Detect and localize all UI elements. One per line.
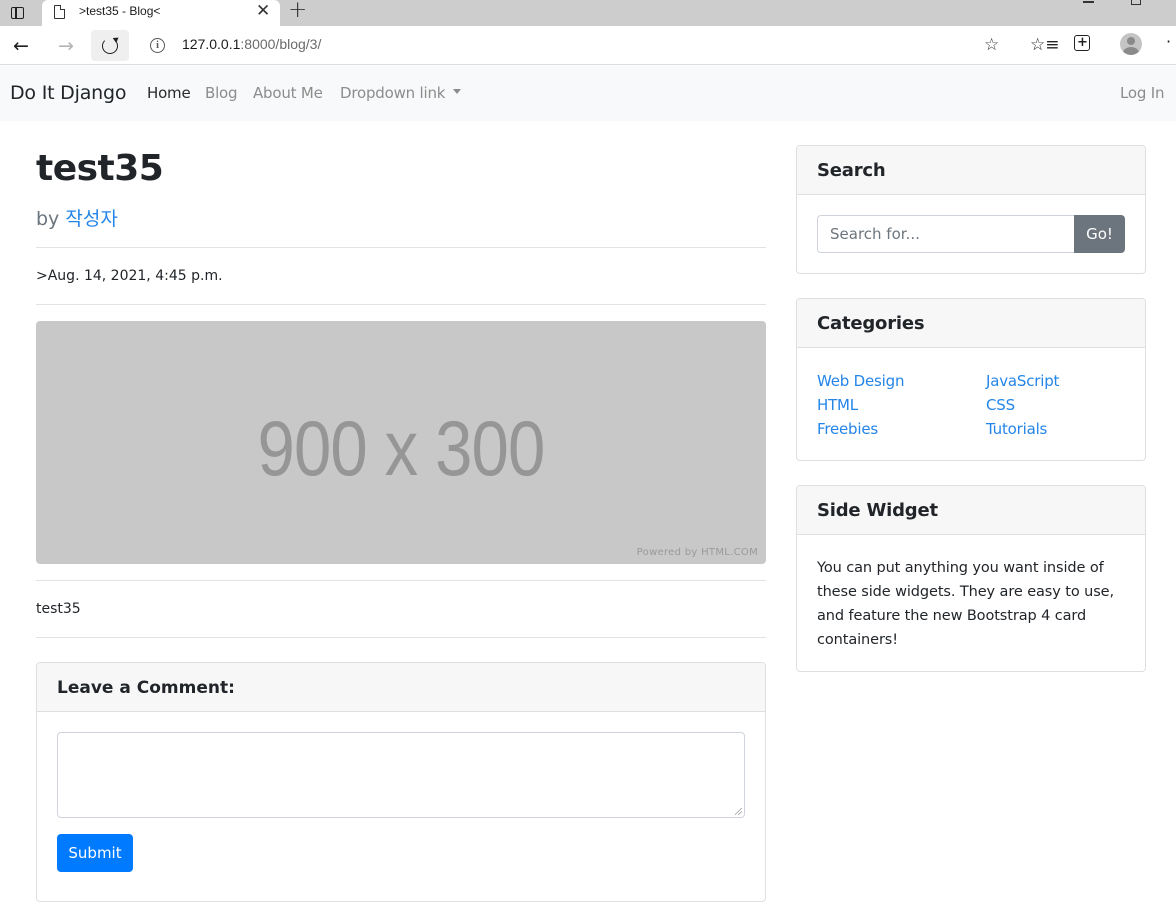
by-label: by <box>36 208 60 230</box>
comment-textarea[interactable] <box>57 732 745 818</box>
image-credit: Powered by HTML.COM <box>636 547 758 558</box>
address-bar: ← → i 127.0.0.1:8000/blog/3/ ☆ ☆≡ · <box>0 26 1176 65</box>
category-tutorials[interactable]: Tutorials <box>986 420 1047 438</box>
category-web-design[interactable]: Web Design <box>817 372 904 390</box>
category-freebies[interactable]: Freebies <box>817 420 878 438</box>
tab-actions-icon[interactable] <box>8 3 28 23</box>
back-arrow-icon[interactable]: ← <box>8 33 34 59</box>
nav-dropdown-label: Dropdown link <box>340 84 446 102</box>
page-icon <box>54 5 65 19</box>
image-placeholder-text: 900 x 300 <box>257 404 546 492</box>
search-heading: Search <box>797 146 1145 195</box>
category-html[interactable]: HTML <box>817 396 858 414</box>
divider <box>36 637 766 638</box>
caret-down-icon <box>453 89 462 94</box>
favorites-icon[interactable]: ☆≡ <box>1030 35 1059 55</box>
forward-arrow-icon[interactable]: → <box>53 33 79 59</box>
info-icon[interactable]: i <box>150 38 165 53</box>
side-widget-text: You can put anything you want inside of … <box>817 560 1114 648</box>
side-widget-card: Side Widget You can put anything you wan… <box>796 485 1146 672</box>
search-card: Search Search for... Go! <box>796 145 1146 274</box>
post-date: >Aug. 14, 2021, 4:45 p.m. <box>36 268 223 284</box>
post-image: 900 x 300 Powered by HTML.COM <box>36 321 766 564</box>
post-body: test35 <box>36 601 81 617</box>
author-link[interactable]: 작성자 <box>65 208 117 230</box>
tab-close-icon[interactable]: ✕ <box>256 1 270 21</box>
login-link[interactable]: Log In <box>1120 84 1164 102</box>
category-css[interactable]: CSS <box>986 396 1015 414</box>
submit-button[interactable]: Submit <box>57 834 133 872</box>
maximize-icon[interactable] <box>1131 0 1141 5</box>
side-widget-heading: Side Widget <box>797 486 1145 535</box>
url-text[interactable]: 127.0.0.1:8000/blog/3/ <box>182 36 321 52</box>
brand-logo[interactable]: Do It Django <box>10 82 126 104</box>
browser-tab[interactable]: >test35 - Blog< ✕ <box>42 0 280 26</box>
post-author-line: by 작성자 <box>36 204 118 231</box>
add-favorite-icon[interactable]: ☆ <box>984 35 999 55</box>
divider <box>36 304 766 305</box>
url-field[interactable]: i 127.0.0.1:8000/blog/3/ ☆ <box>138 30 1012 61</box>
search-go-button[interactable]: Go! <box>1074 215 1125 253</box>
tab-title: >test35 - Blog< <box>79 4 161 18</box>
divider <box>36 247 766 248</box>
more-icon[interactable]: · <box>1166 32 1171 51</box>
divider <box>36 580 766 581</box>
category-javascript[interactable]: JavaScript <box>986 372 1059 390</box>
nav-about-me[interactable]: About Me <box>253 84 323 102</box>
comment-heading: Leave a Comment: <box>37 663 765 712</box>
post-title: test35 <box>36 148 164 189</box>
nav-dropdown[interactable]: Dropdown link <box>340 84 462 102</box>
new-tab-icon[interactable]: + <box>288 0 307 23</box>
nav-home[interactable]: Home <box>147 84 191 102</box>
minimize-icon[interactable] <box>1083 1 1094 3</box>
comment-card: Leave a Comment: Submit <box>36 662 766 902</box>
nav-blog[interactable]: Blog <box>205 84 238 102</box>
categories-heading: Categories <box>797 299 1145 348</box>
profile-avatar[interactable] <box>1120 33 1142 55</box>
reload-icon[interactable] <box>91 30 129 61</box>
resize-grip-icon[interactable] <box>735 808 742 815</box>
browser-tab-strip: >test35 - Blog< ✕ + <box>0 0 1176 26</box>
search-input[interactable]: Search for... <box>817 215 1075 253</box>
collections-icon[interactable] <box>1074 33 1090 53</box>
site-navbar: Do It Django Home Blog About Me Dropdown… <box>0 66 1176 121</box>
categories-card: Categories Web Design JavaScript HTML CS… <box>796 298 1146 461</box>
